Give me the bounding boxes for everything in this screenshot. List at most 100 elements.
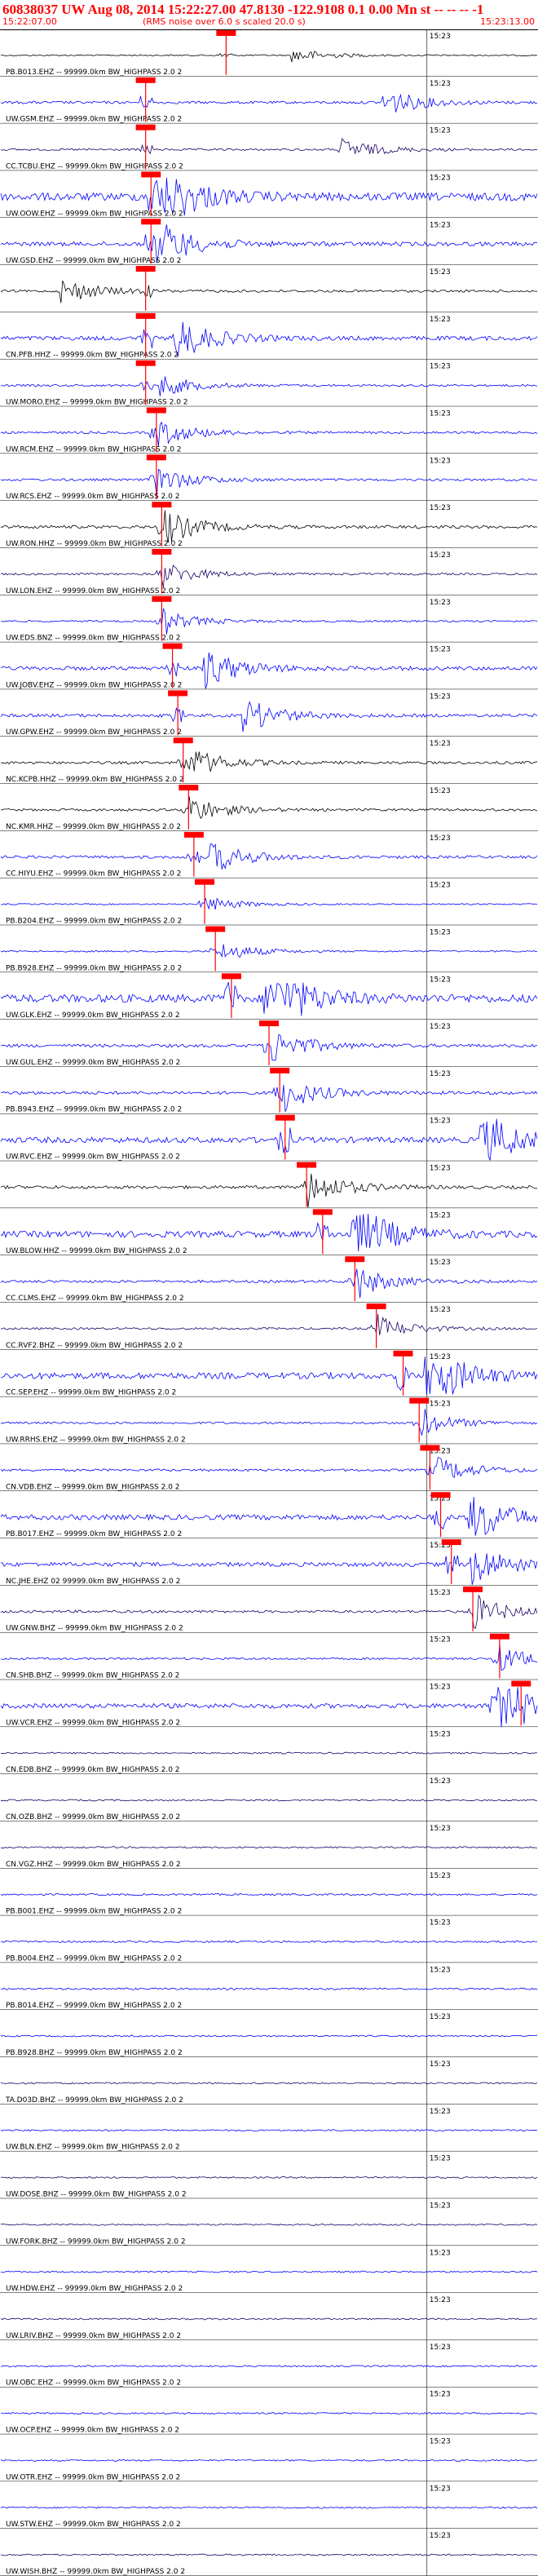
waveform-trace [0, 2270, 538, 2273]
phase-pick-flag [205, 926, 226, 932]
waveform-trace [0, 2176, 538, 2179]
minute-tick-label: 15:23 [430, 127, 451, 135]
trace-row: PB.B943.EHZ -- 99999.0km BW_HIGHPASS 2.0… [0, 1067, 538, 1114]
trace-row: CN.EDB.BHZ -- 99999.0km BW_HIGHPASS 2.0 … [0, 1730, 538, 1774]
minute-tick-label: 15:23 [430, 2202, 451, 2210]
station-label: UW.JOBV.EHZ -- 99999.0km BW_HIGHPASS 2.0… [6, 681, 182, 689]
phase-pick-flag [135, 77, 156, 83]
minute-tick-label: 15:23 [430, 80, 451, 88]
seismogram-plot: PB.B013.EHZ -- 99999.0km BW_HIGHPASS 2.0… [0, 29, 538, 2576]
trace-row: CN.SHB.BHZ -- 99999.0km BW_HIGHPASS 2.0 … [0, 1633, 538, 1680]
station-label: UW.GSD.EHZ -- 99999.0km BW_HIGHPASS 2.0 … [6, 257, 181, 265]
phase-pick-flag [183, 831, 204, 838]
minute-tick-label: 15:23 [430, 2155, 451, 2163]
minute-tick-label: 15:23 [430, 2060, 451, 2069]
phase-pick-flag [345, 1256, 365, 1263]
trace-row: UW.RCM.EHZ -- 99999.0km BW_HIGHPASS 2.0 … [0, 407, 538, 454]
waveform-trace [0, 701, 538, 733]
waveform-trace [0, 1213, 538, 1252]
waveform-trace [0, 843, 538, 870]
minute-tick-label: 15:23 [430, 2532, 451, 2540]
phase-pick-flag [409, 1397, 430, 1404]
waveform-trace [0, 897, 538, 910]
minute-tick-label: 15:23 [430, 268, 451, 277]
waveform-trace [0, 2553, 538, 2556]
trace-row: UW.RON.HHZ -- 99999.0km BW_HIGHPASS 2.0 … [0, 502, 538, 548]
waveform-trace [0, 1799, 538, 1802]
waveform-trace [0, 564, 538, 588]
trace-row: UW.LRIV.BHZ -- 99999.0km BW_HIGHPASS 2.0… [0, 2296, 538, 2340]
minute-tick-label: 15:23 [430, 1023, 451, 1031]
station-label: CC.SEP.EHZ -- 99999.0km BW_HIGHPASS 2.0 … [6, 1389, 176, 1397]
minute-tick-label: 15:23 [430, 599, 451, 607]
minute-tick-label: 15:23 [430, 504, 451, 512]
station-label: PB.B204.EHZ -- 99999.0km BW_HIGHPASS 2.0… [6, 917, 182, 925]
minute-tick-label: 15:23 [430, 1777, 451, 1786]
station-label: PB.B928.BHZ -- 99999.0km BW_HIGHPASS 2.0… [6, 2049, 183, 2057]
trace-row: UW.LON.EHZ -- 99999.0km BW_HIGHPASS 2.0 … [0, 548, 538, 595]
waveform-trace [0, 2034, 538, 2038]
waveform-trace [0, 93, 538, 113]
waveform-trace [0, 51, 538, 63]
trace-row: UW.OBC.EHZ -- 99999.0km BW_HIGHPASS 2.0 … [0, 2344, 538, 2388]
station-label: UW.GPW.EHZ -- 99999.0km BW_HIGHPASS 2.0 … [6, 728, 182, 737]
trace-row: UW.FORK.BHZ -- 99999.0km BW_HIGHPASS 2.0… [0, 2202, 538, 2246]
minute-tick-label: 15:23 [430, 2249, 451, 2257]
minute-tick-label: 15:23 [430, 976, 451, 984]
waveform-trace [0, 1644, 538, 1671]
trace-row: PB.B004.EHZ -- 99999.0km BW_HIGHPASS 2.0… [0, 1919, 538, 1963]
phase-pick-flag [135, 360, 156, 366]
trace-row: UW.BLOW.HHZ -- 99999.0km BW_HIGHPASS 2.0… [0, 1209, 538, 1255]
phase-pick-flag [168, 690, 188, 697]
waveform-trace [0, 510, 538, 543]
phase-pick-flag [463, 1586, 483, 1592]
trace-row: PB.B014.EHZ -- 99999.0km BW_HIGHPASS 2.0… [0, 1966, 538, 2010]
station-label: CN.OZB.BHZ -- 99999.0km BW_HIGHPASS 2.0 … [6, 1813, 180, 1821]
phase-pick-flag [195, 879, 215, 885]
minute-tick-label: 15:23 [430, 834, 451, 843]
minute-tick-label: 15:23 [430, 33, 451, 41]
trace-row: TA.D03D.BHZ -- 99999.0km BW_HIGHPASS 2.0… [0, 2060, 538, 2105]
station-label: UW.VCR.EHZ -- 99999.0km BW_HIGHPASS 2.0 … [6, 1719, 180, 1727]
trace-row: PB.B204.EHZ -- 99999.0km BW_HIGHPASS 2.0… [0, 879, 538, 925]
waveform-trace [0, 281, 538, 303]
waveform-trace [0, 421, 538, 447]
minute-tick-label: 15:23 [430, 740, 451, 748]
trace-row: UW.RVC.EHZ -- 99999.0km BW_HIGHPASS 2.0 … [0, 1114, 538, 1162]
minute-tick-label: 15:23 [430, 174, 451, 182]
waveform-trace [0, 2506, 538, 2509]
station-label: UW.FORK.BHZ -- 99999.0km BW_HIGHPASS 2.0… [6, 2237, 186, 2246]
station-label: UW.RRHS.EHZ -- 99999.0km BW_HIGHPASS 2.0… [6, 1436, 186, 1444]
phase-pick-flag [152, 595, 172, 602]
start-time: 15:22:07.00 [2, 16, 57, 27]
trace-row: UW.MORO.EHZ -- 99999.0km BW_HIGHPASS 2.0… [0, 360, 538, 407]
waveform-trace [0, 2129, 538, 2132]
station-label: TA.D03D.BHZ -- 99999.0km BW_HIGHPASS 2.0… [5, 2096, 183, 2105]
trace-row: UW.OTR.EHZ -- 99999.0km BW_HIGHPASS 2.0 … [0, 2438, 538, 2481]
waveform-trace [0, 1940, 537, 1944]
station-label: NC.JHE.EHZ 02 99999.0km BW_HIGHPASS 2.0 … [6, 1578, 180, 1586]
minute-tick-label: 15:23 [430, 1306, 451, 1314]
trace-row: UW.GSD.EHZ -- 99999.0km BW_HIGHPASS 2.0 … [0, 219, 538, 265]
phase-pick-flag [420, 1445, 440, 1451]
trace-row: UW.RRHS.EHZ -- 99999.0km BW_HIGHPASS 2.0… [0, 1397, 538, 1444]
minute-tick-label: 15:23 [430, 1165, 451, 1173]
minute-tick-label: 15:23 [430, 1401, 451, 1409]
minute-tick-label: 15:23 [430, 693, 451, 701]
station-label: PB.B943.EHZ -- 99999.0km BW_HIGHPASS 2.0… [6, 1106, 182, 1114]
trace-row: UW.OCP.EHZ -- 99999.0km BW_HIGHPASS 2.0 … [0, 2391, 538, 2435]
waveform-trace [0, 1751, 538, 1755]
trace-row: UW.VCR.EHZ -- 99999.0km BW_HIGHPASS 2.0 … [0, 1680, 538, 1727]
trace-row: CN.PFB.HHZ -- 99999.0km BW_HIGHPASS 2.0 … [0, 312, 538, 360]
station-label: UW.GSM.EHZ -- 99999.0km BW_HIGHPASS 2.0 … [6, 116, 182, 124]
station-label: UW.MORO.EHZ -- 99999.0km BW_HIGHPASS 2.0… [6, 399, 188, 407]
plot-header: 60838037 UW Aug 08, 2014 15:22:27.00 47.… [0, 0, 538, 30]
station-label: UW.BLOW.HHZ -- 99999.0km BW_HIGHPASS 2.0… [6, 1247, 187, 1255]
trace-row: UW.HDW.EHZ -- 99999.0km BW_HIGHPASS 2.0 … [0, 2249, 538, 2293]
trace-row: CC.TCBU.EHZ -- 99999.0km BW_HIGHPASS 2.0… [0, 124, 538, 170]
phase-pick-flag [179, 785, 199, 791]
trace-row: CC.CLMS.EHZ -- 99999.0km BW_HIGHPASS 2.0… [0, 1256, 538, 1303]
trace-row: UW.GUL.EHZ -- 99999.0km BW_HIGHPASS 2.0 … [0, 1020, 538, 1067]
station-label: UW.OOW.EHZ -- 99999.0km BW_HIGHPASS 2.0 … [6, 210, 183, 218]
minute-tick-label: 15:23 [430, 1353, 451, 1361]
